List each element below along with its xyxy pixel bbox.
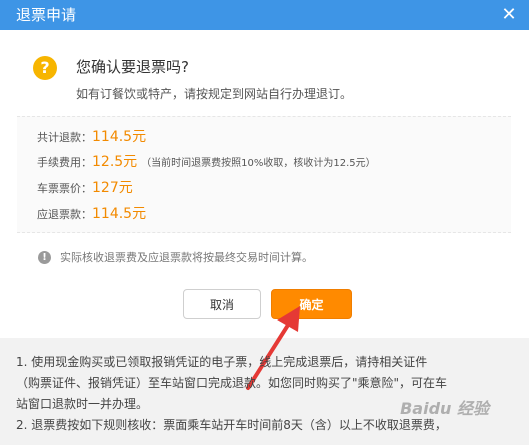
- question-icon: ?: [33, 56, 57, 80]
- refund-summary: 共计退款： 114.5元 手续费用： 12.5元 （当前时间退票费按照10%收取…: [17, 116, 511, 233]
- confirm-subtitle: 如有订餐饮或特产，请按规定到网站自行办理退订。: [76, 87, 353, 101]
- ticket-price-label: 车票票价：: [37, 182, 92, 195]
- refund-due-value: 114.5元: [92, 206, 147, 222]
- confirm-title: 您确认要退票吗?: [76, 58, 189, 76]
- notice-text: 实际核收退票费及应退票款将按最终交易时间计算。: [60, 251, 313, 264]
- info-icon: !: [38, 251, 51, 264]
- refund-due-row: 应退票款： 114.5元: [37, 203, 146, 223]
- dialog-titlebar: 退票申请 ✕: [0, 0, 529, 30]
- ticket-price-row: 车票票价： 127元: [37, 177, 133, 197]
- dialog-title: 退票申请: [16, 6, 77, 24]
- refund-dialog: 退票申请 ✕ ? 您确认要退票吗? 如有订餐饮或特产，请按规定到网站自行办理退订…: [0, 0, 529, 338]
- refund-rules: 1. 使用现金购买或已领取报销凭证的电子票，线上完成退票后，请持相关证件 （购票…: [16, 352, 516, 436]
- total-refund-value: 114.5元: [92, 129, 147, 145]
- ticket-price-value: 127元: [92, 180, 133, 196]
- watermark: Baidu 经验: [400, 399, 489, 418]
- rules-line-2: （购票证件、报销凭证）至车站窗口完成退款。如您同时购买了"乘意险"，可在车: [16, 376, 448, 390]
- total-refund-row: 共计退款： 114.5元: [37, 126, 146, 146]
- total-refund-label: 共计退款：: [37, 131, 92, 144]
- fee-note: （当前时间退票费按照10%收取，核收计为12.5元）: [141, 158, 376, 169]
- fee-label: 手续费用：: [37, 156, 92, 169]
- close-icon[interactable]: ✕: [499, 5, 519, 25]
- refund-due-label: 应退票款：: [37, 208, 92, 221]
- rules-line-1: 1. 使用现金购买或已领取报销凭证的电子票，线上完成退票后，请持相关证件: [16, 355, 428, 369]
- fee-value: 12.5元: [92, 154, 138, 170]
- fee-row: 手续费用： 12.5元 （当前时间退票费按照10%收取，核收计为12.5元）: [37, 151, 376, 171]
